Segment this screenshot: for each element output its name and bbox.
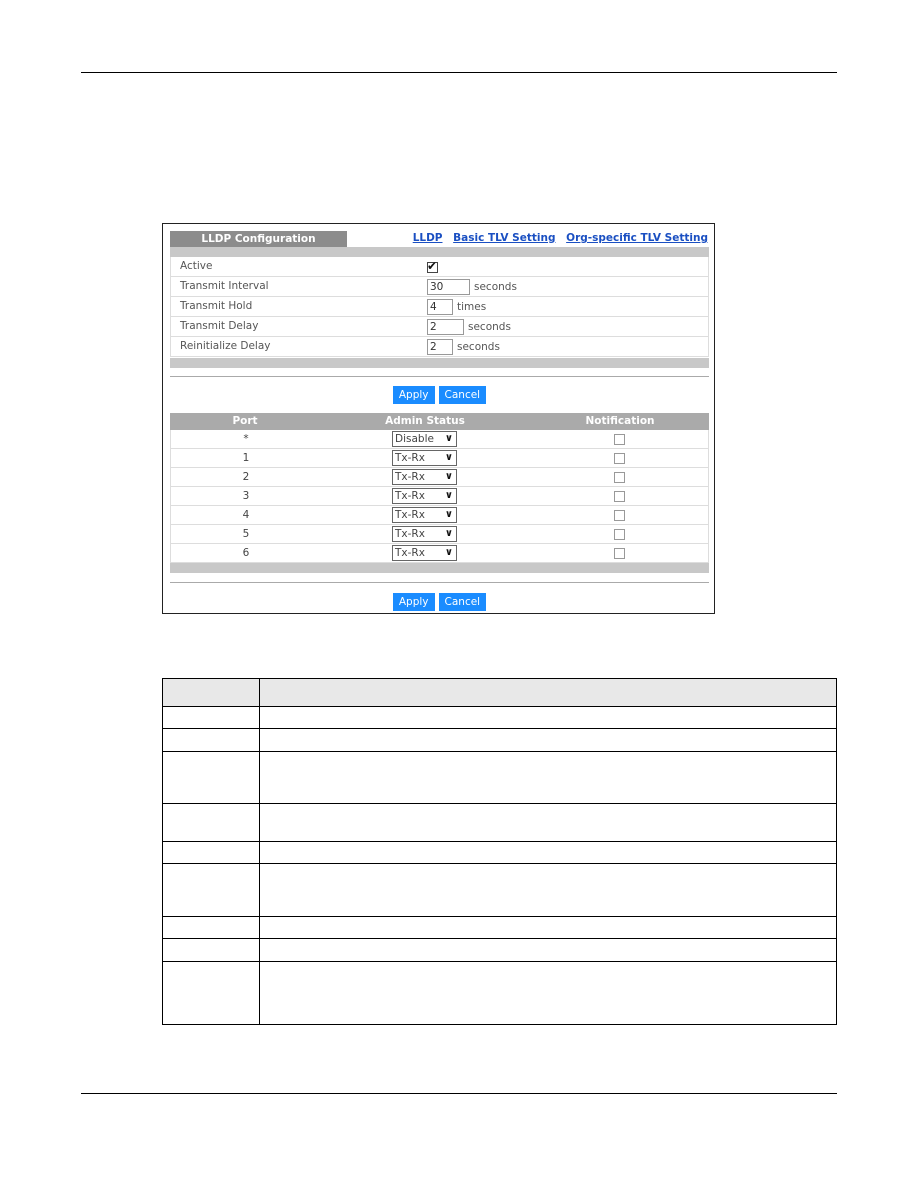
- notification-checkbox[interactable]: [614, 491, 625, 502]
- setting-transmit-delay-row: Transmit Delay seconds: [170, 317, 709, 337]
- reinitialize-delay-unit: seconds: [457, 341, 500, 353]
- chevron-down-icon: ∨: [444, 509, 453, 520]
- transmit-interval-label: Transmit Interval: [180, 280, 269, 292]
- table-row: [162, 863, 837, 917]
- admin-status-value: Tx-Rx: [395, 547, 425, 559]
- notification-checkbox[interactable]: [614, 529, 625, 540]
- top-button-group: Apply Cancel: [163, 386, 716, 404]
- admin-status-select[interactable]: Tx-Rx ∨: [392, 526, 457, 542]
- port-number: 1: [242, 452, 250, 464]
- admin-status-value: Tx-Rx: [395, 452, 425, 464]
- link-basic-tlv-setting[interactable]: Basic TLV Setting: [453, 232, 555, 244]
- transmit-delay-label: Transmit Delay: [180, 320, 259, 332]
- admin-status-select[interactable]: Tx-Rx ∨: [392, 450, 457, 466]
- admin-status-select[interactable]: Tx-Rx ∨: [392, 507, 457, 523]
- page-header-rule: [81, 72, 837, 73]
- transmit-delay-input[interactable]: [427, 319, 464, 335]
- setting-reinitialize-delay-row: Reinitialize Delay seconds: [170, 337, 709, 357]
- transmit-hold-label: Transmit Hold: [180, 300, 253, 312]
- admin-status-select[interactable]: Disable ∨: [392, 431, 457, 447]
- port-row: 4 Tx-Rx ∨: [170, 506, 709, 525]
- header-admin-status: Admin Status: [385, 415, 465, 427]
- admin-status-value: Tx-Rx: [395, 490, 425, 502]
- page-footer-rule: [81, 1093, 837, 1094]
- notification-checkbox[interactable]: [614, 548, 625, 559]
- notification-checkbox[interactable]: [614, 510, 625, 521]
- table-row: [162, 803, 837, 842]
- admin-status-value: Disable: [395, 433, 434, 445]
- table-header-row: [162, 678, 837, 707]
- port-number: 2: [242, 471, 250, 483]
- table-row: [162, 841, 837, 864]
- section-header-bar: [170, 247, 709, 257]
- admin-status-select[interactable]: Tx-Rx ∨: [392, 545, 457, 561]
- header-notification: Notification: [585, 415, 655, 427]
- chevron-down-icon: ∨: [444, 433, 453, 444]
- admin-status-select[interactable]: Tx-Rx ∨: [392, 469, 457, 485]
- reinitialize-delay-label: Reinitialize Delay: [180, 340, 271, 352]
- port-number: 5: [242, 528, 250, 540]
- port-table-header: Port Admin Status Notification: [170, 413, 709, 430]
- admin-status-value: Tx-Rx: [395, 528, 425, 540]
- table-row: [162, 938, 837, 962]
- active-checkbox[interactable]: [427, 259, 438, 273]
- setting-active-row: Active: [170, 257, 709, 277]
- section-footer-bar: [170, 358, 709, 368]
- notification-checkbox[interactable]: [614, 472, 625, 483]
- chevron-down-icon: ∨: [444, 452, 453, 463]
- port-table-footer-bar: [170, 563, 709, 573]
- cancel-button[interactable]: Cancel: [438, 593, 487, 611]
- notification-checkbox[interactable]: [614, 434, 625, 445]
- active-label: Active: [180, 260, 213, 272]
- panel-nav-links: LLDP Basic TLV Setting Org-specific TLV …: [406, 232, 708, 244]
- link-org-specific-tlv-setting[interactable]: Org-specific TLV Setting: [566, 232, 708, 244]
- table-row: [162, 961, 837, 1025]
- notification-checkbox[interactable]: [614, 453, 625, 464]
- lldp-configuration-screenshot: LLDP Configuration LLDP Basic TLV Settin…: [162, 223, 715, 614]
- chevron-down-icon: ∨: [444, 528, 453, 539]
- cancel-button[interactable]: Cancel: [438, 386, 487, 404]
- apply-button[interactable]: Apply: [392, 593, 435, 611]
- port-number: 4: [242, 509, 250, 521]
- lldp-settings-form: Active Transmit Interval seconds Transmi…: [170, 257, 709, 357]
- admin-status-value: Tx-Rx: [395, 509, 425, 521]
- apply-button[interactable]: Apply: [392, 386, 435, 404]
- port-row: 2 Tx-Rx ∨: [170, 468, 709, 487]
- reinitialize-delay-input[interactable]: [427, 339, 453, 355]
- table-row: [162, 916, 837, 939]
- transmit-interval-input[interactable]: [427, 279, 470, 295]
- transmit-interval-unit: seconds: [474, 281, 517, 293]
- transmit-hold-unit: times: [457, 301, 487, 313]
- divider: [170, 376, 709, 377]
- admin-status-select[interactable]: Tx-Rx ∨: [392, 488, 457, 504]
- link-lldp[interactable]: LLDP: [413, 232, 443, 244]
- chevron-down-icon: ∨: [444, 471, 453, 482]
- admin-status-value: Tx-Rx: [395, 471, 425, 483]
- port-number: 3: [242, 490, 250, 502]
- transmit-hold-input[interactable]: [427, 299, 453, 315]
- table-row: [162, 706, 837, 729]
- table-row: [162, 728, 837, 752]
- header-port: Port: [232, 415, 258, 427]
- port-table: Port Admin Status Notification * Disable ∨…: [170, 413, 709, 573]
- setting-transmit-interval-row: Transmit Interval seconds: [170, 277, 709, 297]
- port-number: 6: [242, 547, 250, 559]
- port-row: 3 Tx-Rx ∨: [170, 487, 709, 506]
- divider: [170, 582, 709, 583]
- chevron-down-icon: ∨: [444, 490, 453, 501]
- port-number: *: [243, 433, 249, 445]
- table-row: [162, 751, 837, 804]
- panel-title: LLDP Configuration: [170, 231, 347, 247]
- field-description-table: [162, 678, 837, 1025]
- port-row: 6 Tx-Rx ∨: [170, 544, 709, 563]
- bottom-button-group: Apply Cancel: [163, 593, 716, 611]
- port-row: 5 Tx-Rx ∨: [170, 525, 709, 544]
- chevron-down-icon: ∨: [444, 547, 453, 558]
- setting-transmit-hold-row: Transmit Hold times: [170, 297, 709, 317]
- transmit-delay-unit: seconds: [468, 321, 511, 333]
- port-row: 1 Tx-Rx ∨: [170, 449, 709, 468]
- port-row: * Disable ∨: [170, 430, 709, 449]
- port-table-body: * Disable ∨ 1 Tx-Rx ∨ 2 Tx-Rx ∨ 3 Tx-Rx ∨ 4 Tx-Rx ∨ 5 Tx…: [170, 430, 709, 563]
